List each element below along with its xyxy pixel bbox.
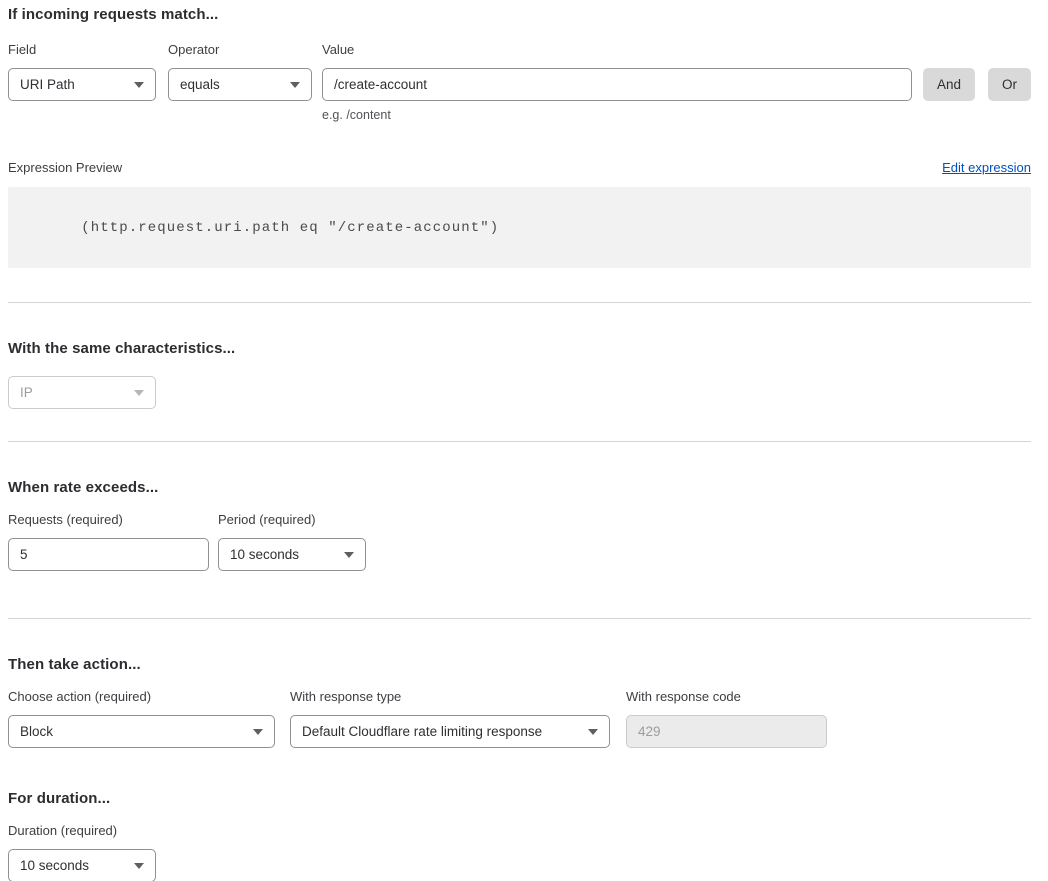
match-rule-row: Field URI Path Operator equals Value e.g… [8, 42, 1031, 122]
period-select[interactable]: 10 seconds [218, 538, 366, 571]
characteristic-select: IP [8, 376, 156, 409]
section-title-incoming-requests: If incoming requests match... [8, 6, 1031, 23]
response-code-input [626, 715, 827, 748]
response-type-column: With response type Default Cloudflare ra… [290, 689, 610, 748]
chevron-down-icon [134, 863, 144, 869]
or-button[interactable]: Or [988, 68, 1031, 101]
field-select-value: URI Path [20, 77, 75, 92]
choose-action-select-value: Block [20, 724, 53, 739]
chevron-down-icon [588, 729, 598, 735]
chevron-down-icon [253, 729, 263, 735]
action-row: Choose action (required) Block With resp… [8, 689, 1031, 748]
duration-select-value: 10 seconds [20, 858, 89, 873]
chevron-down-icon [134, 390, 144, 396]
requests-column: Requests (required) [8, 512, 209, 571]
period-select-value: 10 seconds [230, 547, 299, 562]
expression-logic-buttons: And Or [923, 68, 1031, 101]
and-button[interactable]: And [923, 68, 975, 101]
period-column: Period (required) 10 seconds [218, 512, 366, 571]
duration-select[interactable]: 10 seconds [8, 849, 156, 881]
response-type-select-value: Default Cloudflare rate limiting respons… [302, 724, 542, 739]
value-label: Value [322, 42, 912, 57]
operator-column: Operator equals [168, 42, 312, 101]
value-helper-text: e.g. /content [322, 108, 912, 122]
duration-column: Duration (required) 10 seconds [8, 823, 1031, 881]
expression-preview-code: (http.request.uri.path eq "/create-accou… [8, 187, 1031, 268]
expression-preview-header: Expression Preview Edit expression [8, 160, 1031, 175]
characteristic-select-value: IP [20, 385, 33, 400]
section-characteristics: With the same characteristics... IP [8, 303, 1031, 409]
operator-label: Operator [168, 42, 312, 57]
section-title-duration: For duration... [8, 790, 1031, 807]
requests-label: Requests (required) [8, 512, 209, 527]
choose-action-label: Choose action (required) [8, 689, 275, 704]
edit-expression-link[interactable]: Edit expression [942, 160, 1031, 175]
rate-limiting-rule-form: If incoming requests match... Field URI … [8, 6, 1031, 881]
section-title-action: Then take action... [8, 656, 1031, 673]
response-code-column: With response code [626, 689, 827, 748]
choose-action-column: Choose action (required) Block [8, 689, 275, 748]
chevron-down-icon [290, 82, 300, 88]
section-title-characteristics: With the same characteristics... [8, 340, 1031, 357]
expression-preview-label: Expression Preview [8, 160, 122, 175]
duration-label: Duration (required) [8, 823, 1031, 838]
period-label: Period (required) [218, 512, 366, 527]
response-type-label: With response type [290, 689, 610, 704]
chevron-down-icon [344, 552, 354, 558]
operator-select-value: equals [180, 77, 220, 92]
rate-row: Requests (required) Period (required) 10… [8, 512, 1031, 571]
operator-select[interactable]: equals [168, 68, 312, 101]
value-input[interactable] [322, 68, 912, 101]
section-incoming-requests: If incoming requests match... Field URI … [8, 6, 1031, 268]
response-type-select[interactable]: Default Cloudflare rate limiting respons… [290, 715, 610, 748]
expression-text: (http.request.uri.path eq "/create-accou… [81, 220, 499, 236]
field-column: Field URI Path [8, 42, 156, 101]
requests-input[interactable] [8, 538, 209, 571]
value-column: Value e.g. /content [322, 42, 912, 122]
response-code-label: With response code [626, 689, 827, 704]
section-rate: When rate exceeds... Requests (required)… [8, 442, 1031, 571]
field-select[interactable]: URI Path [8, 68, 156, 101]
chevron-down-icon [134, 82, 144, 88]
section-title-rate: When rate exceeds... [8, 479, 1031, 496]
choose-action-select[interactable]: Block [8, 715, 275, 748]
field-label: Field [8, 42, 156, 57]
